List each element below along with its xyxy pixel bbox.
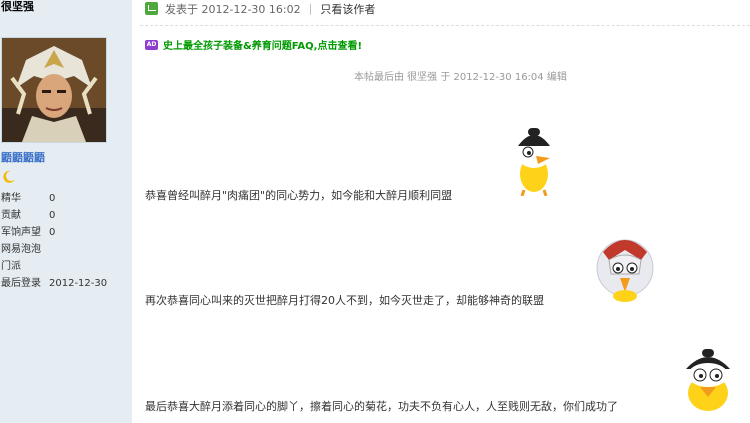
only-author-link[interactable]: 只看该作者: [320, 1, 375, 17]
stat-value: 0: [49, 210, 56, 221]
stat-value: 0: [49, 227, 56, 238]
duck-emoticon: [596, 239, 654, 302]
author-name[interactable]: 很坚强: [1, 0, 34, 14]
meta-divider-line: [140, 25, 750, 26]
stat-value: 2012-12-30: [49, 278, 108, 289]
stat-label: 精华: [1, 193, 21, 204]
duck-emoticon: [686, 349, 730, 411]
ad-badge-icon: AD: [145, 39, 158, 50]
post-content: 发表于 2012-12-30 16:02 | 只看该作者 AD 史上最全孩子装备…: [140, 0, 750, 423]
post-meta: 发表于 2012-12-30 16:02 | 只看该作者: [145, 0, 375, 17]
ad-link[interactable]: 史上最全孩子装备&养育问题FAQ,点击查看!: [163, 37, 362, 52]
post-status-icon: [145, 2, 158, 15]
stat-row: 精华 0: [1, 190, 107, 207]
meta-divider: |: [308, 2, 313, 15]
post-paragraph: 最后恭喜大醉月添着同心的脚丫，擦着同心的菊花，功夫不负有心人，人至贱则无敌，你们…: [145, 400, 618, 413]
stat-row: 军饷声望 0: [1, 224, 107, 241]
stat-row: 网易泡泡: [1, 241, 107, 258]
author-sidebar: 很坚强 鼯鼯鼯鼯 精华 0 贡献 0 军饷声望 0 网易泡泡 门派 最后登录 2012-…: [0, 0, 132, 423]
duck-emoticon: [516, 128, 552, 196]
avatar[interactable]: [1, 37, 107, 143]
author-rank: 鼯鼯鼯鼯: [1, 151, 45, 164]
stat-row: 门派: [1, 258, 107, 275]
post-timestamp: 发表于 2012-12-30 16:02: [165, 2, 301, 16]
post-paragraph: 再次恭喜同心叫来的灭世把醉月打得20人不到，如今灭世走了，却能够神奇的联盟: [145, 294, 544, 307]
moon-icon: [3, 170, 16, 183]
ad-banner[interactable]: AD 史上最全孩子装备&养育问题FAQ,点击查看!: [145, 37, 362, 52]
stat-value: 0: [49, 193, 56, 204]
stat-label: 最后登录: [1, 278, 41, 289]
author-stats: 精华 0 贡献 0 军饷声望 0 网易泡泡 门派 最后登录 2012-12-30: [1, 190, 107, 292]
post-paragraph: 恭喜曾经叫醉月"肉痛团"的同心势力，如今能和大醉月顺利同盟: [145, 189, 453, 202]
stat-label: 门派: [1, 261, 21, 272]
stat-label: 贡献: [1, 210, 21, 221]
edited-note: 本帖最后由 很坚强 于 2012-12-30 16:04 编辑: [354, 72, 567, 83]
stat-label: 网易泡泡: [1, 244, 41, 255]
stat-row: 贡献 0: [1, 207, 107, 224]
stat-label: 军饷声望: [1, 227, 41, 238]
stat-row: 最后登录 2012-12-30: [1, 275, 107, 292]
